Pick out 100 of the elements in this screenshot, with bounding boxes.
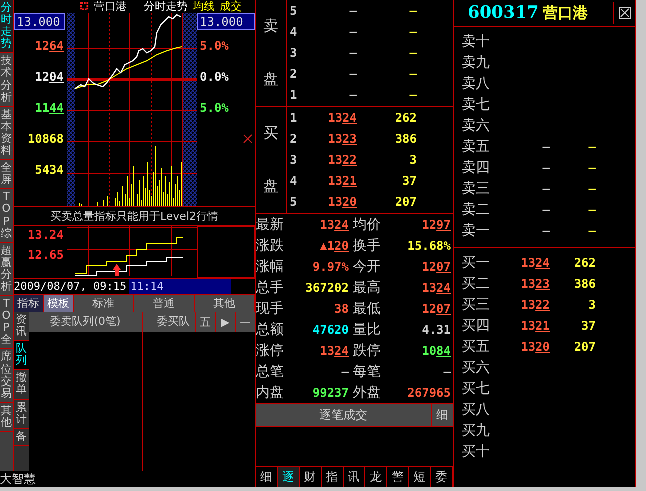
level-number: 3 [289, 152, 298, 167]
price-cell-text: – [542, 160, 550, 174]
axis-label: 5.0% [200, 38, 229, 52]
chart-title: 分时走势 [144, 0, 188, 13]
side-tab[interactable]: 基本资料 [0, 106, 13, 160]
axis-label: 5.0% [200, 100, 229, 114]
side-tab[interactable]: 分时走势 [0, 0, 13, 54]
date-time-text: 2009/08/07, 09:15 [14, 279, 129, 294]
stat-value: 1084 [421, 344, 451, 358]
notice-text: 买卖总量指标只能用于Level2行情 [14, 206, 255, 226]
side-tab[interactable]: 席位交易 [0, 349, 13, 403]
price-cell-text: 1320 [520, 340, 550, 354]
side-tab[interactable]: 撤单 [14, 370, 29, 400]
close-icon[interactable] [618, 7, 630, 19]
stat-label: 最高 [352, 278, 382, 296]
volume-cell-text: – [408, 24, 417, 39]
legend-label: 均线 [193, 0, 215, 13]
stat-label: 最新 [256, 216, 285, 234]
volume-cell-text: 386 [573, 276, 596, 290]
volume-cell-text: 262 [573, 256, 596, 270]
bottom-tab[interactable]: 逐 [278, 467, 300, 487]
stat-label: 内盘 [256, 384, 285, 402]
side-tab[interactable]: 备 [14, 428, 29, 446]
chart-tab[interactable]: 其他 [194, 295, 255, 312]
side-tab[interactable]: 累计 [14, 400, 29, 429]
stat-value: 367202 [304, 280, 349, 294]
stat-value: 1207 [421, 260, 451, 274]
side-label: 卖 [264, 17, 278, 36]
depth-label: 买六 [462, 358, 491, 376]
price-cell-text: – [542, 140, 550, 154]
volume-cell-text: 262 [394, 110, 417, 125]
stat-value: 1297 [421, 218, 451, 232]
volume-cell-text: – [588, 160, 596, 174]
stat-label: 跌停 [352, 342, 382, 360]
price-cell-text: – [348, 88, 357, 102]
axis-label: 12.65 [28, 248, 64, 262]
chart-tab[interactable]: 模板 [44, 295, 74, 312]
stat-value: 99237 [312, 386, 349, 400]
chart-tab[interactable]: 普通 [134, 295, 195, 312]
side-tab[interactable]: 技术分析 [0, 53, 13, 107]
sell-queue-header: 委卖队列(0笔) [29, 312, 143, 332]
legend-label: 成交 [220, 0, 242, 13]
stat-label: 外盘 [352, 384, 382, 402]
stat-value: 1324 [319, 344, 349, 358]
volume-cell-text: – [588, 140, 596, 154]
level-number: 3 [289, 46, 298, 60]
stat-label: 现手 [256, 300, 285, 318]
side-tab[interactable]: 其他 [0, 402, 13, 432]
stat-value: 1324 [421, 280, 451, 294]
depth-label: 买九 [462, 422, 491, 440]
side-tab[interactable]: TOP综 [0, 189, 13, 243]
depth-label: 卖一 [462, 222, 491, 240]
cross-icon[interactable] [243, 134, 253, 144]
level-number: 1 [289, 88, 298, 102]
up-arrow-icon [113, 264, 121, 276]
volume-cell-text: – [408, 88, 417, 102]
side-tab[interactable]: 全屏 [0, 160, 13, 190]
axis-label: 1144 [35, 100, 64, 114]
depth-label: 买三 [462, 296, 491, 314]
stat-value: – [442, 364, 451, 378]
depth-label: 买八 [462, 400, 491, 418]
depth-label: 卖七 [462, 96, 491, 114]
volume-cell-text: – [588, 182, 596, 196]
price-cell-text: 1323 [520, 276, 550, 290]
price-cell-text: – [542, 182, 550, 196]
volume-cell-text: – [408, 4, 417, 18]
depth-label: 买二 [462, 274, 491, 292]
stat-value: 4.31 [421, 322, 451, 336]
price-cell-text: 1324 [520, 256, 550, 270]
stat-value: – [340, 364, 349, 378]
stat-label: 量比 [352, 320, 382, 338]
stat-label: 最低 [352, 300, 382, 318]
side-tab[interactable]: TOP全 [0, 296, 13, 350]
side-tab[interactable]: 队列 [14, 341, 29, 370]
stat-label: 涨跌 [256, 236, 285, 254]
depth-label: 买一 [462, 254, 491, 272]
level-number: 5 [289, 4, 298, 18]
depth-label: 卖八 [462, 74, 491, 92]
stat-value: 267965 [406, 386, 451, 400]
price-cell-text: – [542, 202, 550, 216]
stat-value: 9.97% [312, 260, 349, 274]
stat-value: 38 [334, 302, 349, 316]
volume-cell-text: – [408, 67, 417, 82]
level-number: 5 [289, 195, 298, 210]
level-number: 2 [289, 67, 298, 82]
side-tab[interactable]: 超赢分析 [0, 242, 13, 296]
price-cell-text: – [348, 4, 357, 18]
time-box: 11:14 [128, 279, 231, 294]
volume-cell-text: 3 [588, 298, 596, 312]
chart-tab[interactable]: 指标 [14, 295, 44, 312]
price-cell-text: 1320 [327, 195, 357, 210]
depth-label: 卖二 [462, 200, 491, 218]
stat-label: 总手 [256, 278, 285, 296]
side-label: 盘 [264, 70, 278, 89]
price-box: 13.000 [197, 13, 255, 30]
axis-label: 13.24 [28, 228, 64, 242]
depth-label: 买四 [462, 316, 491, 334]
chart-tab[interactable]: 标准 [74, 295, 134, 312]
axis-label: 0.0% [200, 70, 229, 84]
side-tab[interactable]: 资讯 [14, 312, 29, 342]
